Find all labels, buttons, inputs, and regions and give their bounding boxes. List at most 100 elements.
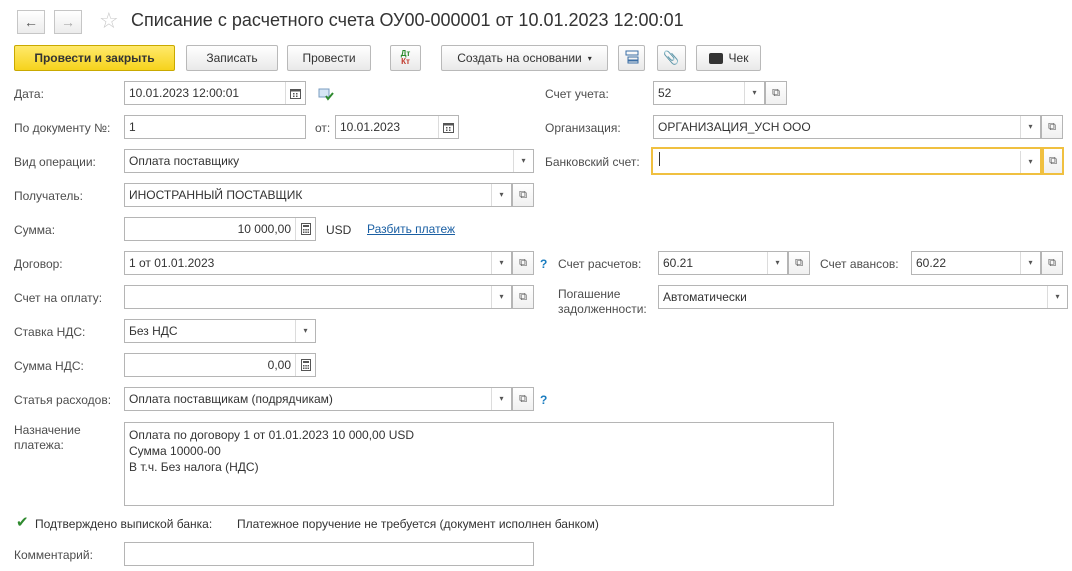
contract-label: Договор: xyxy=(14,257,63,271)
doc-date-input[interactable]: 10.01.2023 xyxy=(335,115,459,139)
post-button[interactable]: Провести xyxy=(287,45,371,71)
save-button[interactable]: Записать xyxy=(186,45,278,71)
bank-account-select[interactable]: ▾ xyxy=(651,147,1042,175)
debt-repayment-label-line1: Погашение xyxy=(558,287,621,301)
chevron-down-icon[interactable]: ▾ xyxy=(767,252,787,274)
open-account-button[interactable]: ⧉ xyxy=(765,81,787,105)
chevron-down-icon[interactable]: ▾ xyxy=(491,252,511,274)
purpose-label-line1: Назначение xyxy=(14,423,81,437)
comment-input[interactable] xyxy=(124,542,534,566)
dt-kt-button[interactable]: Дт Кт xyxy=(390,45,421,71)
back-button[interactable]: ← xyxy=(17,10,45,34)
chevron-down-icon[interactable]: ▾ xyxy=(513,150,533,172)
organization-label: Организация: xyxy=(545,121,621,135)
currency-label: USD xyxy=(326,223,352,237)
arrow-right-icon: → xyxy=(61,14,75,30)
open-window-icon: ⧉ xyxy=(519,188,527,201)
expense-item-select[interactable]: Оплата поставщикам (подрядчикам) ▾ xyxy=(124,387,512,411)
open-advance-account-button[interactable]: ⧉ xyxy=(1041,251,1063,275)
chevron-down-icon[interactable]: ▾ xyxy=(1047,286,1067,308)
contract-select[interactable]: 1 от 01.01.2023 ▾ xyxy=(124,251,512,275)
dt-kt-icon: Дт Кт xyxy=(400,49,411,66)
contract-help-icon[interactable]: ? xyxy=(540,257,547,271)
debt-repayment-select[interactable]: Автоматически ▾ xyxy=(658,285,1068,309)
bank-note-text: Платежное поручение не требуется (докуме… xyxy=(237,517,599,531)
structure-icon xyxy=(625,50,639,67)
checked-list-icon[interactable] xyxy=(318,87,334,104)
doc-number-label: По документу №: xyxy=(14,121,111,135)
structure-button[interactable] xyxy=(618,45,645,71)
post-and-close-button[interactable]: Провести и закрыть xyxy=(14,45,175,71)
settlement-account-select[interactable]: 60.21 ▾ xyxy=(658,251,788,275)
chevron-down-icon[interactable]: ▾ xyxy=(1020,151,1040,173)
date-label: Дата: xyxy=(14,87,44,101)
open-window-icon: ⧉ xyxy=(519,256,527,269)
chevron-down-icon[interactable]: ▾ xyxy=(1020,116,1040,138)
date-input[interactable]: 10.01.2023 12:00:01 xyxy=(124,81,306,105)
favorite-star-icon[interactable]: ☆ xyxy=(99,9,119,33)
printer-icon xyxy=(708,52,723,64)
organization-select[interactable]: ОРГАНИЗАЦИЯ_УСН ООО ▾ xyxy=(653,115,1041,139)
operation-type-select[interactable]: Оплата поставщику ▾ xyxy=(124,149,534,173)
comment-label: Комментарий: xyxy=(14,548,93,562)
recipient-select[interactable]: ИНОСТРАННЫЙ ПОСТАВЩИК ▾ xyxy=(124,183,512,207)
amount-label: Сумма: xyxy=(14,223,56,237)
open-window-icon: ⧉ xyxy=(1049,154,1057,167)
open-window-icon: ⧉ xyxy=(519,290,527,303)
bank-confirmed-label: Подтверждено выпиской банка: xyxy=(35,517,213,531)
split-payment-link[interactable]: Разбить платеж xyxy=(367,222,455,236)
chevron-down-icon[interactable]: ▾ xyxy=(491,184,511,206)
chevron-down-icon[interactable]: ▾ xyxy=(1020,252,1040,274)
debt-repayment-label-line2: задолженности: xyxy=(558,302,647,316)
account-select[interactable]: 52 ▾ xyxy=(653,81,765,105)
paperclip-icon: 📎 xyxy=(663,50,680,65)
vat-rate-select[interactable]: Без НДС ▾ xyxy=(124,319,316,343)
amount-input[interactable]: 10 000,00 xyxy=(124,217,316,241)
chevron-down-icon[interactable]: ▾ xyxy=(491,286,511,308)
attach-button[interactable]: 📎 xyxy=(657,45,686,71)
open-window-icon: ⧉ xyxy=(795,256,803,269)
calculator-icon[interactable] xyxy=(295,354,315,376)
chevron-down-icon: ▾ xyxy=(587,53,592,63)
from-date-label: от: xyxy=(315,121,331,135)
open-settlement-account-button[interactable]: ⧉ xyxy=(788,251,810,275)
invoice-select[interactable]: ▾ xyxy=(124,285,512,309)
operation-type-label: Вид операции: xyxy=(14,155,96,169)
payment-purpose-textarea[interactable]: Оплата по договору 1 от 01.01.2023 10 00… xyxy=(124,422,834,506)
open-contract-button[interactable]: ⧉ xyxy=(512,251,534,275)
advance-account-select[interactable]: 60.22 ▾ xyxy=(911,251,1041,275)
bank-account-label: Банковский счет: xyxy=(545,155,640,169)
advance-account-label: Счет авансов: xyxy=(820,257,899,271)
forward-button[interactable]: → xyxy=(54,10,82,34)
open-invoice-button[interactable]: ⧉ xyxy=(512,285,534,309)
open-window-icon: ⧉ xyxy=(519,392,527,405)
doc-number-input[interactable]: 1 xyxy=(124,115,306,139)
vat-amount-label: Сумма НДС: xyxy=(14,359,84,373)
open-expense-item-button[interactable]: ⧉ xyxy=(512,387,534,411)
purpose-label-line2: платежа: xyxy=(14,438,64,452)
open-window-icon: ⧉ xyxy=(1048,120,1056,133)
open-window-icon: ⧉ xyxy=(772,86,780,99)
invoice-label: Счет на оплату: xyxy=(14,291,103,305)
vat-rate-label: Ставка НДС: xyxy=(14,325,86,339)
chevron-down-icon[interactable]: ▾ xyxy=(491,388,511,410)
page-title: Списание с расчетного счета ОУ00-000001 … xyxy=(131,10,684,30)
calculator-icon[interactable] xyxy=(295,218,315,240)
settlement-account-label: Счет расчетов: xyxy=(558,257,642,271)
open-organization-button[interactable]: ⧉ xyxy=(1041,115,1063,139)
expense-item-label: Статья расходов: xyxy=(14,393,112,407)
recipient-label: Получатель: xyxy=(14,189,83,203)
chevron-down-icon[interactable]: ▾ xyxy=(744,82,764,104)
calendar-icon[interactable] xyxy=(285,82,305,104)
expense-help-icon[interactable]: ? xyxy=(540,393,547,407)
open-recipient-button[interactable]: ⧉ xyxy=(512,183,534,207)
vat-amount-input[interactable]: 0,00 xyxy=(124,353,316,377)
receipt-button[interactable]: Чек xyxy=(696,45,761,71)
chevron-down-icon[interactable]: ▾ xyxy=(295,320,315,342)
create-based-on-button[interactable]: Создать на основании ▾ xyxy=(441,45,608,71)
open-window-icon: ⧉ xyxy=(1048,256,1056,269)
calendar-icon[interactable] xyxy=(438,116,458,138)
open-bank-account-button[interactable]: ⧉ xyxy=(1042,147,1064,175)
account-label: Счет учета: xyxy=(545,87,609,101)
bank-confirmed-checkbox[interactable]: ✔ xyxy=(16,515,30,530)
